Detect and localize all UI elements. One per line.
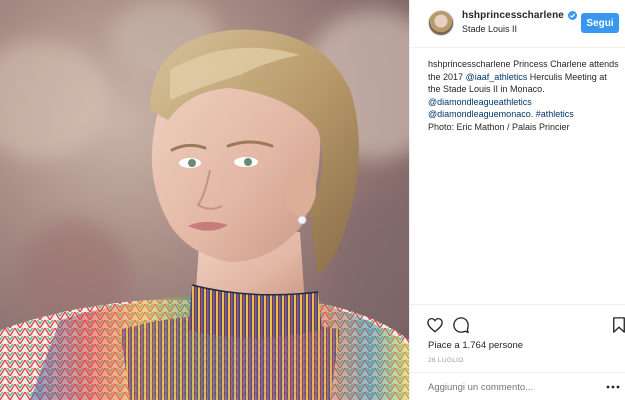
more-dots-icon[interactable] [606,382,620,392]
photo-credit: Photo: Eric Mathon / Palais Princier [428,121,570,132]
caption-author-link[interactable]: hshprincesscharlene [428,59,511,69]
verified-badge-icon [567,11,577,20]
follow-button[interactable]: Segui [581,13,619,33]
comment-input[interactable] [428,379,588,395]
comment-bar [410,372,625,400]
user-block: hshprincesscharlene Stade Louis II [462,10,582,34]
mention-link[interactable]: @diamondleaguemonaco. [428,109,533,119]
username-row: hshprincesscharlene [462,10,582,21]
post-date[interactable]: 26 LUGLIO [428,357,464,364]
comment-icon[interactable] [452,316,470,334]
hashtag-link[interactable]: #athletics [536,109,574,119]
instagram-post: hshprincesscharlene Stade Louis II Segui… [0,0,625,400]
mention-link[interactable]: @iaaf_athletics [466,72,528,82]
username-link[interactable]: hshprincesscharlene [462,10,564,21]
actions-divider [410,304,625,305]
action-icons [426,316,625,336]
mention-link[interactable]: @diamondleagueathletics [428,97,532,107]
post-caption: hshprincesscharlene Princess Charlene at… [428,58,620,134]
avatar[interactable] [428,10,454,36]
post-sidebar: hshprincesscharlene Stade Louis II Segui… [409,0,625,400]
likes-count[interactable]: Piace a 1.764 persone [428,340,523,351]
portrait-illustration [0,29,409,400]
heart-icon[interactable] [426,316,444,334]
bookmark-icon[interactable] [610,316,625,334]
post-header: hshprincesscharlene Stade Louis II Segui [410,0,625,48]
post-photo[interactable] [0,0,409,400]
location-link[interactable]: Stade Louis II [462,24,582,34]
